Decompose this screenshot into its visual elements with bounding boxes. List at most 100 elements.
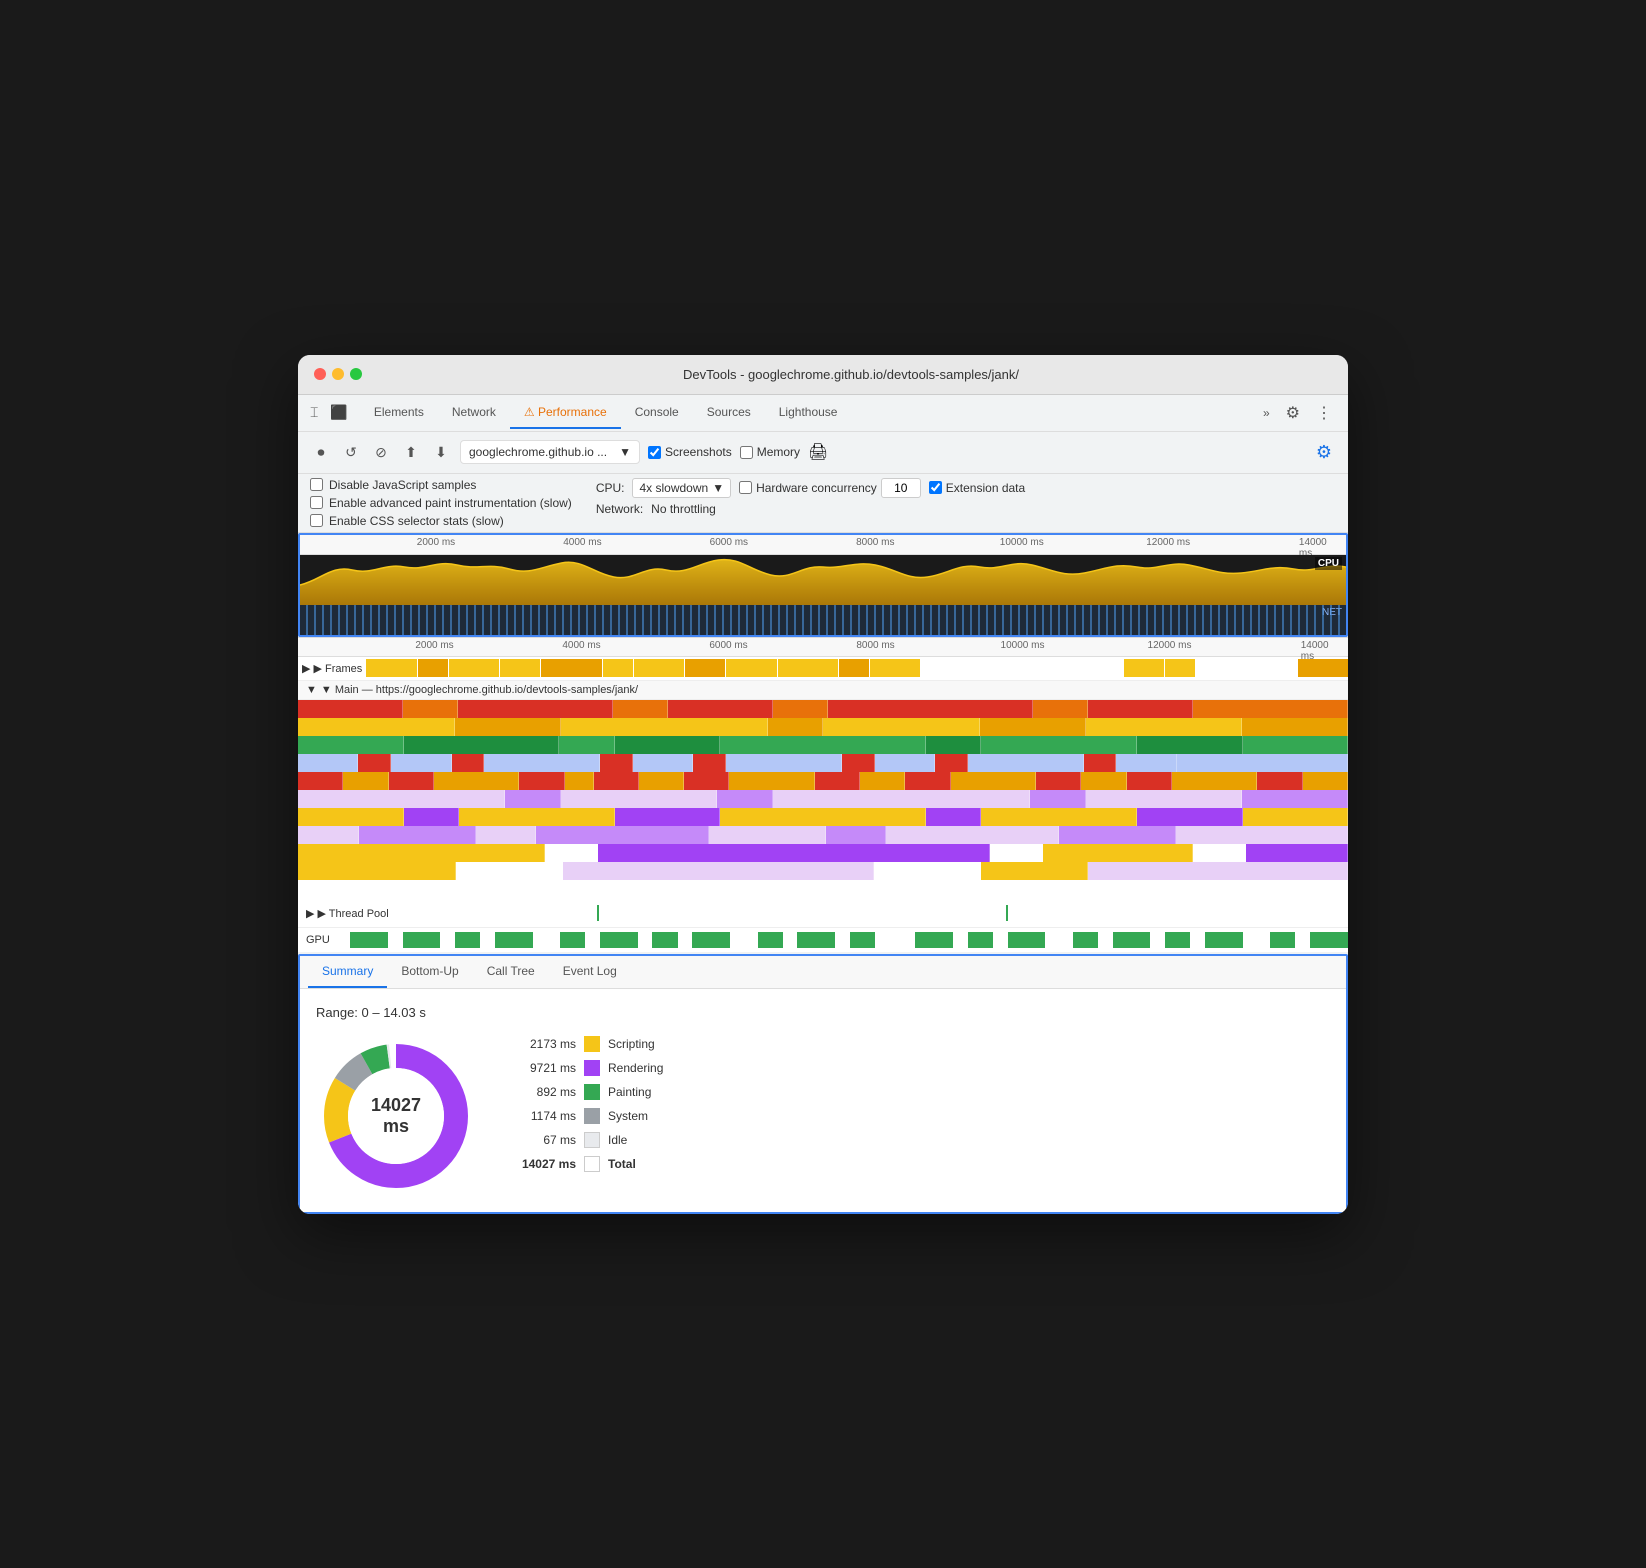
flame-bar[interactable]: [828, 700, 1033, 718]
url-bar[interactable]: googlechrome.github.io ... ▼: [460, 440, 640, 464]
extension-checkbox[interactable]: [929, 481, 942, 494]
flame-bar[interactable]: [536, 826, 709, 844]
flame-bar[interactable]: [565, 772, 594, 790]
flame-bar[interactable]: [559, 736, 614, 754]
devtools-more-icon[interactable]: ⋮: [1308, 395, 1340, 431]
flame-bar[interactable]: [717, 790, 773, 808]
flame-bar[interactable]: [709, 826, 826, 844]
hw-concurrency-checkbox[interactable]: [739, 481, 752, 494]
flame-bar[interactable]: [684, 772, 729, 790]
flame-bar[interactable]: [1257, 772, 1302, 790]
advanced-paint-checkbox[interactable]: [310, 496, 323, 509]
flame-bar[interactable]: [389, 772, 434, 790]
flame-bar[interactable]: [561, 718, 768, 736]
flame-bar[interactable]: [403, 700, 458, 718]
clear-button[interactable]: ⊘: [370, 441, 392, 463]
disable-js-checkbox[interactable]: [310, 478, 323, 491]
flame-bar[interactable]: [434, 772, 520, 790]
flame-bar[interactable]: [1172, 772, 1258, 790]
reload-button[interactable]: ↺: [340, 441, 362, 463]
flame-bar[interactable]: [1137, 808, 1243, 826]
flame-bar[interactable]: [1059, 826, 1176, 844]
flame-bar[interactable]: [484, 754, 600, 772]
download-button[interactable]: ⬇: [430, 441, 452, 463]
flame-bar[interactable]: [1043, 844, 1193, 862]
more-tabs-button[interactable]: »: [1255, 398, 1278, 428]
flame-bar[interactable]: [298, 790, 505, 808]
flame-bar[interactable]: [981, 808, 1137, 826]
flame-bar[interactable]: [668, 700, 773, 718]
flame-bar[interactable]: [860, 772, 905, 790]
flame-bar[interactable]: [455, 718, 561, 736]
flame-bar[interactable]: [980, 718, 1086, 736]
flame-bar[interactable]: [886, 826, 1059, 844]
flame-bar[interactable]: [693, 754, 726, 772]
settings-gear-icon[interactable]: ⚙: [1312, 438, 1336, 467]
tab-network[interactable]: Network: [438, 397, 510, 429]
flame-bar[interactable]: [1242, 718, 1348, 736]
flame-bar[interactable]: [598, 844, 990, 862]
flame-bar[interactable]: [1030, 790, 1086, 808]
flame-bar[interactable]: [720, 736, 926, 754]
flame-bar[interactable]: [1242, 790, 1348, 808]
cpu-dropdown[interactable]: 4x slowdown ▼: [632, 478, 731, 498]
flame-bar[interactable]: [298, 808, 404, 826]
flame-bar[interactable]: [1246, 844, 1348, 862]
flame-bar[interactable]: [519, 772, 564, 790]
record-button[interactable]: ⏺: [310, 441, 332, 463]
flame-bar[interactable]: [1036, 772, 1081, 790]
flame-bar[interactable]: [1177, 754, 1348, 772]
flame-bar[interactable]: [615, 808, 721, 826]
flame-bar[interactable]: [1084, 754, 1117, 772]
css-selector-checkbox[interactable]: [310, 514, 323, 527]
flame-bar[interactable]: [594, 772, 639, 790]
flame-bar[interactable]: [404, 736, 560, 754]
tab-summary[interactable]: Summary: [308, 956, 387, 988]
close-button[interactable]: [314, 368, 326, 380]
tab-performance[interactable]: ⚠ Performance: [510, 397, 621, 429]
flame-bar[interactable]: [452, 754, 485, 772]
screenshots-checkbox[interactable]: [648, 446, 661, 459]
flame-bar[interactable]: [561, 790, 718, 808]
flame-bar[interactable]: [1088, 862, 1348, 880]
flame-bar[interactable]: [981, 862, 1088, 880]
flame-bar[interactable]: [298, 736, 404, 754]
flame-bar[interactable]: [458, 700, 613, 718]
flame-bar[interactable]: [298, 844, 545, 862]
flame-bar[interactable]: [633, 754, 693, 772]
flame-bar[interactable]: [1127, 772, 1172, 790]
flame-bar[interactable]: [358, 754, 391, 772]
flame-bar[interactable]: [639, 772, 684, 790]
main-row-header[interactable]: ▼ ▼ Main — https://googlechrome.github.i…: [298, 681, 1348, 700]
flame-bar[interactable]: [298, 862, 456, 880]
cursor-icon[interactable]: ⌶: [306, 396, 322, 429]
flame-bar[interactable]: [1086, 790, 1243, 808]
flame-bar[interactable]: [968, 754, 1084, 772]
flame-bar[interactable]: [875, 754, 935, 772]
flame-bar[interactable]: [935, 754, 968, 772]
flame-bar[interactable]: [459, 808, 615, 826]
tab-console[interactable]: Console: [621, 397, 693, 429]
flame-bar[interactable]: [720, 808, 926, 826]
flame-bar[interactable]: [823, 718, 980, 736]
flame-bar[interactable]: [981, 736, 1137, 754]
flame-bar[interactable]: [391, 754, 451, 772]
flame-bar[interactable]: [298, 826, 359, 844]
flame-bar[interactable]: [613, 700, 668, 718]
minimize-button[interactable]: [332, 368, 344, 380]
flame-bar[interactable]: [729, 772, 815, 790]
flame-bar[interactable]: [773, 700, 828, 718]
flame-bar[interactable]: [615, 736, 721, 754]
flame-bar[interactable]: [359, 826, 476, 844]
flame-bar[interactable]: [926, 808, 981, 826]
flame-bar[interactable]: [826, 826, 887, 844]
flame-bar[interactable]: [815, 772, 860, 790]
frames-label[interactable]: ▶ ▶ Frames: [302, 662, 362, 675]
flame-bar[interactable]: [1137, 736, 1243, 754]
flame-bar[interactable]: [1176, 826, 1349, 844]
device-icon[interactable]: ⬛: [326, 396, 351, 429]
devtools-settings-icon[interactable]: ⚙: [1278, 395, 1308, 431]
flame-bar[interactable]: [563, 862, 874, 880]
flame-bar[interactable]: [600, 754, 633, 772]
hw-concurrency-input[interactable]: [881, 478, 921, 498]
